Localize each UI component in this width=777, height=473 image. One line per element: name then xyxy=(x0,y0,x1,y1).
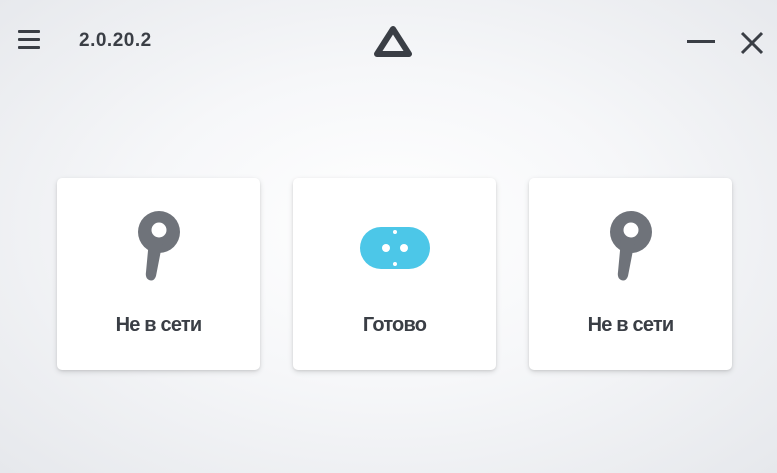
vive-triangle-logo-icon xyxy=(373,25,413,59)
minimize-button[interactable] xyxy=(684,28,718,56)
device-card-controller-right[interactable]: Не в сети xyxy=(529,178,732,370)
device-status-cards: Не в сети Готово Не в сети xyxy=(0,178,777,370)
device-status-label: Готово xyxy=(362,314,427,336)
minimize-icon xyxy=(687,40,715,43)
close-button[interactable] xyxy=(735,26,769,60)
controller-icon xyxy=(57,210,260,286)
device-card-headset[interactable]: Готово xyxy=(293,178,496,370)
device-status-label: Не в сети xyxy=(115,314,203,336)
headset-icon xyxy=(293,210,496,286)
title-bar: 2.0.20.2 xyxy=(0,0,777,82)
app-window: 2.0.20.2 Не в сети Готово Не в сети xyxy=(0,0,777,473)
version-label: 2.0.20.2 xyxy=(79,30,152,51)
close-icon xyxy=(740,31,764,55)
device-status-label: Не в сети xyxy=(587,314,675,336)
menu-button[interactable] xyxy=(16,28,44,54)
device-card-controller-left[interactable]: Не в сети xyxy=(57,178,260,370)
controller-icon xyxy=(529,210,732,286)
